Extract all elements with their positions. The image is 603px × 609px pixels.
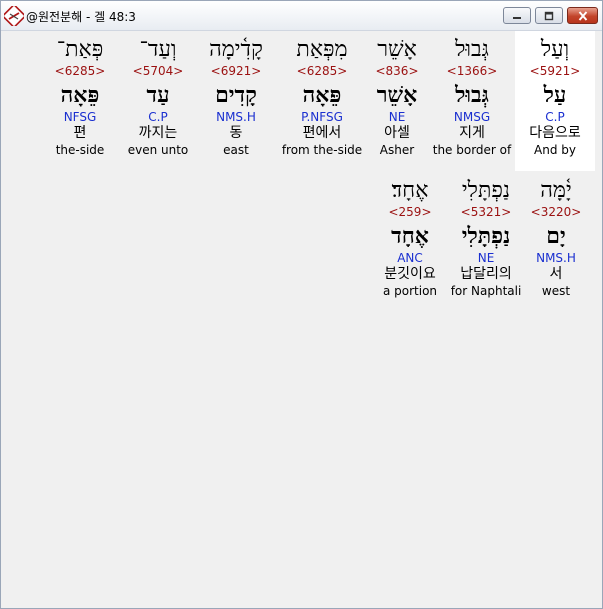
root-word: קָדִים — [215, 82, 257, 108]
minimize-icon — [513, 16, 521, 19]
word-cell-8[interactable]: יָ֫מָּה <3220> יָם NMS.H 서 west — [516, 172, 596, 312]
hebrew-word: גְּבוּל — [455, 37, 489, 62]
strong-number: <5321> — [460, 205, 512, 219]
strong-number: <5921> — [529, 64, 581, 78]
korean-gloss: 납달리의 — [460, 266, 512, 282]
title-bar[interactable]: @원전분해 - 겔 48:3 — [1, 1, 602, 31]
strong-number: <3220> — [530, 205, 582, 219]
english-gloss: And by — [534, 143, 576, 157]
parsing-code: NFSG — [63, 110, 97, 124]
parsing-code: NE — [388, 110, 406, 124]
english-gloss: the-side — [55, 143, 105, 157]
word-cell-1[interactable]: וְעַל <5921> עַל C.P 다음으로 And by — [515, 31, 595, 171]
strong-number: <6285> — [296, 64, 348, 78]
word-cell-7[interactable]: פְּאַת־ <6285> פֵּאָה NFSG 편 the-side — [41, 31, 119, 171]
strong-number: <6921> — [210, 64, 262, 78]
root-word: עַד — [146, 82, 170, 108]
korean-gloss: 분깃이요 — [384, 266, 436, 282]
hebrew-word: וְעַל — [540, 37, 570, 62]
korean-gloss: 편 — [73, 125, 87, 141]
app-logo-icon — [4, 6, 24, 26]
hebrew-word: מִפְּאַת — [296, 37, 348, 62]
window: @원전분해 - 겔 48:3 וְעַל <5921> עַל C.P 다음으로… — [0, 0, 603, 609]
interlinear-area: וְעַל <5921> עַל C.P 다음으로 And by גְּבוּל… — [6, 31, 599, 606]
hebrew-word: אָשֵׁר — [377, 37, 417, 62]
root-word: אָשֵׁר — [376, 82, 418, 108]
hebrew-word: פְּאַת־ — [56, 37, 104, 62]
maximize-button[interactable] — [535, 7, 563, 24]
strong-number: <6285> — [54, 64, 106, 78]
parsing-code: NE — [477, 251, 495, 265]
parsing-code: NMSG — [453, 110, 491, 124]
root-word: עַל — [543, 82, 567, 108]
strong-number: <259> — [388, 205, 432, 219]
english-gloss: west — [541, 284, 571, 298]
window-title: @원전분해 - 겔 48:3 — [26, 10, 136, 24]
korean-gloss: 편에서 — [302, 125, 342, 141]
root-word: אֶחָד — [391, 223, 429, 249]
korean-gloss: 지게 — [459, 125, 485, 141]
english-gloss: the border of — [432, 143, 512, 157]
root-word: פֵּאָה — [302, 82, 342, 108]
close-button[interactable] — [567, 7, 598, 24]
strong-number: <5704> — [132, 64, 184, 78]
korean-gloss: 서 — [549, 266, 563, 282]
parsing-code: NMS.H — [216, 110, 256, 124]
strong-number: <836> — [375, 64, 419, 78]
word-cell-9[interactable]: נַפְתָּלִי <5321> נַפְתָּלִי NE 납달리의 for… — [446, 172, 526, 312]
korean-gloss: 동 — [229, 125, 243, 141]
root-word: פֵּאָה — [60, 82, 100, 108]
root-word: יָם — [546, 223, 566, 249]
hebrew-word: וְעַד־ — [139, 37, 177, 62]
word-cell-4[interactable]: מִפְּאַת <6285> פֵּאָה P.NFSG 편에서 from t… — [278, 31, 366, 171]
hebrew-word: נַפְתָּלִי — [461, 178, 511, 203]
word-cell-3[interactable]: אָשֵׁר <836> אָשֵׁר NE 아셀 Asher — [357, 31, 437, 171]
parsing-code: C.P — [545, 110, 565, 124]
english-gloss: a portion — [382, 284, 438, 298]
hebrew-word: אֶחָד׃ — [391, 178, 429, 203]
word-cell-6[interactable]: וְעַד־ <5704> עַד C.P 까지는 even unto — [118, 31, 198, 171]
word-cell-10[interactable]: אֶחָד׃ <259> אֶחָד ANC 분깃이요 a portion — [370, 172, 450, 312]
word-cell-5[interactable]: קָדִ֫ימָה <6921> קָדִים NMS.H 동 east — [196, 31, 276, 171]
word-cell-2[interactable]: גְּבוּל <1366> גְּבוּל NMSG 지게 the borde… — [430, 31, 514, 171]
english-gloss: even unto — [127, 143, 189, 157]
root-word: נַפְתָּלִי — [461, 223, 511, 249]
hebrew-word: יָ֫מָּה — [540, 178, 572, 203]
korean-gloss: 아셀 — [384, 125, 410, 141]
strong-number: <1366> — [446, 64, 498, 78]
parsing-code: P.NFSG — [301, 110, 343, 124]
root-word: גְּבוּל — [455, 82, 489, 108]
english-gloss: for Naphtali — [450, 284, 522, 298]
minimize-button[interactable] — [503, 7, 531, 24]
parsing-code: C.P — [148, 110, 168, 124]
close-icon — [578, 10, 587, 21]
korean-gloss: 다음으로 — [529, 125, 581, 141]
maximize-icon — [544, 11, 554, 20]
parsing-code: NMS.H — [536, 251, 576, 265]
hebrew-word: קָדִ֫ימָה — [209, 37, 263, 62]
english-gloss: from the-side — [281, 143, 363, 157]
english-gloss: east — [223, 143, 249, 157]
korean-gloss: 까지는 — [138, 125, 178, 141]
parsing-code: ANC — [397, 251, 423, 265]
english-gloss: Asher — [379, 143, 415, 157]
